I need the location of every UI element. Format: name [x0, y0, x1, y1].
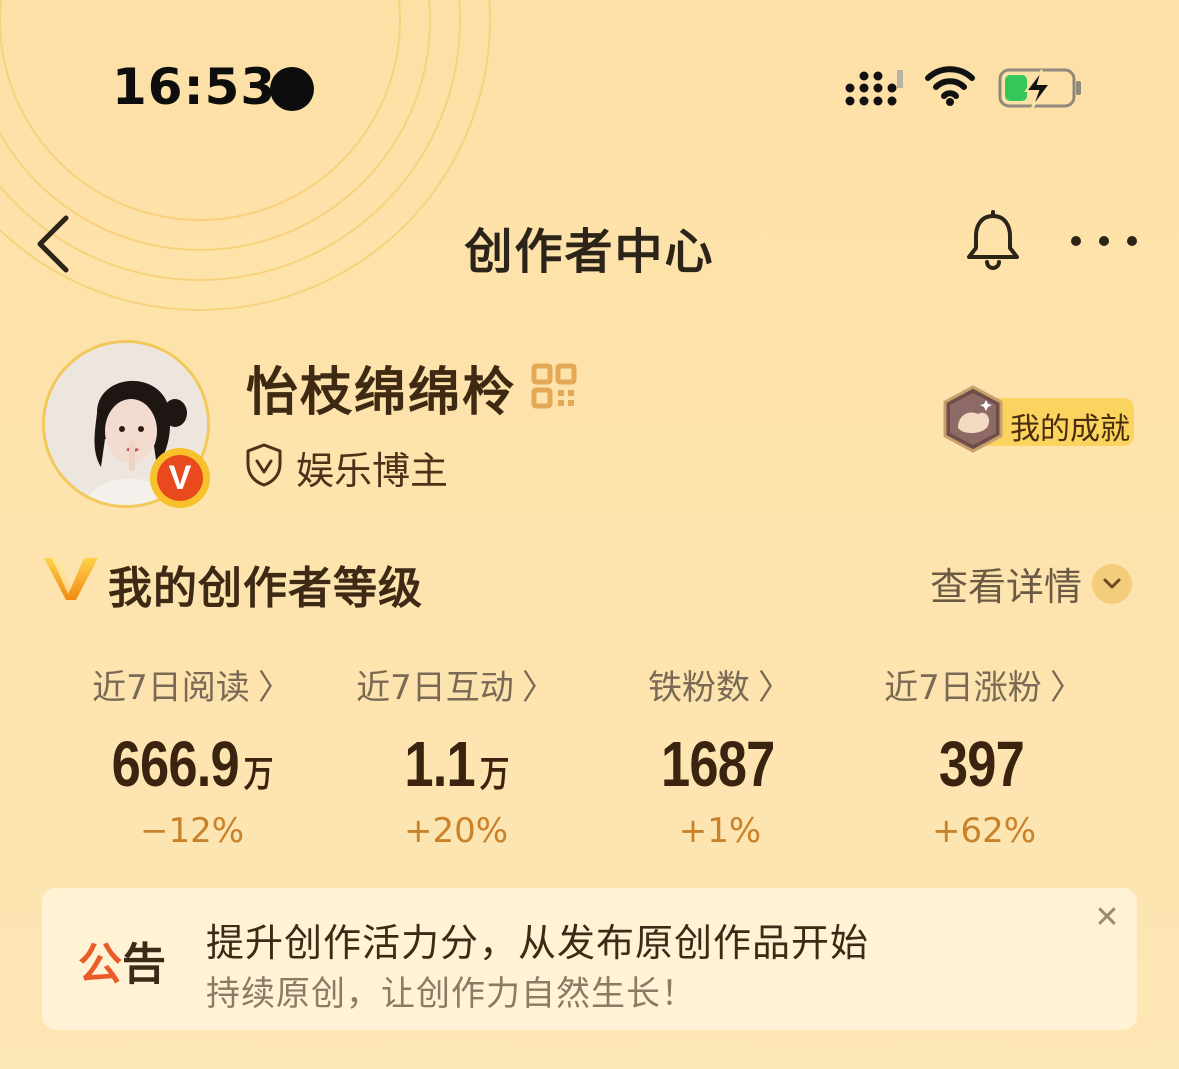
stat-new-fans[interactable]: 近7日涨粉〉 397 +62%: [834, 660, 1134, 851]
verified-badge: V: [150, 448, 210, 508]
bell-icon[interactable]: [962, 210, 1024, 272]
stat-interaction[interactable]: 近7日互动〉 1.1 万 +20%: [306, 660, 606, 851]
username: 怡枝绵绵柃: [246, 363, 517, 423]
chevron-down-icon: [1092, 563, 1133, 604]
stat-value: 1.1 万: [403, 728, 509, 800]
chevron-right-icon: 〉: [257, 668, 292, 708]
stat-value: 666.9 万: [111, 728, 274, 800]
wifi-icon: [925, 66, 975, 106]
stat-label: 近7日涨粉: [884, 668, 1042, 708]
role-label: 娱乐博主: [296, 449, 449, 493]
status-time: 16:53: [112, 58, 277, 116]
stat-iron-fans[interactable]: 铁粉数〉 1687 +1%: [570, 660, 870, 851]
verified-v-icon: V: [157, 455, 203, 501]
stat-change: +1%: [678, 811, 762, 851]
announcement-subtitle: 持续原创，让创作力自然生长！: [206, 974, 696, 1014]
chevron-right-icon: 〉: [758, 668, 792, 708]
stat-change: −12%: [139, 811, 245, 851]
creator-level-v-icon: [44, 558, 98, 600]
close-icon[interactable]: ✕: [1077, 888, 1137, 946]
stat-label: 近7日阅读: [92, 668, 250, 708]
announcement-card[interactable]: 公告 提升创作活力分，从发布原创作品开始 持续原创，让创作力自然生长！ ✕: [42, 888, 1137, 1030]
achievement-medal-icon: [943, 385, 1003, 453]
stat-value: 1687: [660, 728, 775, 800]
level-title: 我的创作者等级: [108, 563, 423, 614]
stat-read[interactable]: 近7日阅读〉 666.9 万 −12%: [42, 660, 342, 851]
achievements-label: 我的成就: [1010, 412, 1130, 447]
stat-change: +62%: [931, 811, 1037, 851]
announcement-tag: 公告: [78, 939, 166, 990]
stat-value: 397: [938, 728, 1025, 800]
signal-icon: [845, 70, 903, 106]
stat-label: 铁粉数: [648, 668, 750, 708]
qr-code-icon[interactable]: [530, 362, 578, 410]
chevron-right-icon: 〉: [1049, 668, 1084, 708]
shield-icon: [246, 443, 282, 487]
announcement-title: 提升创作活力分，从发布原创作品开始: [206, 921, 870, 965]
view-details-label: 查看详情: [930, 565, 1083, 609]
more-dots-icon[interactable]: [1066, 230, 1142, 252]
recording-dot-icon: [270, 67, 314, 111]
battery-charging-icon: [998, 68, 1081, 109]
stat-label: 近7日互动: [356, 668, 514, 708]
view-details-button[interactable]: 查看详情: [930, 556, 1133, 611]
chevron-right-icon: 〉: [521, 668, 556, 708]
stat-change: +20%: [403, 811, 509, 851]
